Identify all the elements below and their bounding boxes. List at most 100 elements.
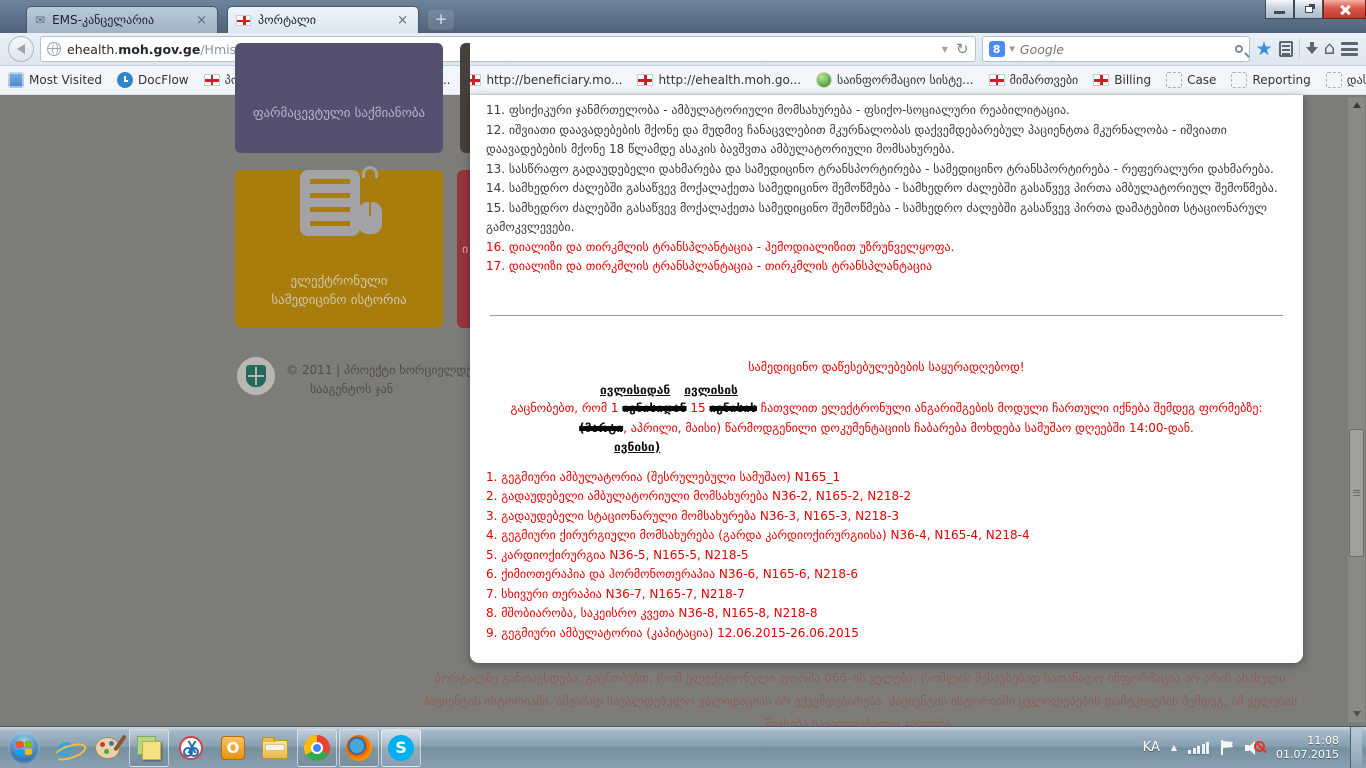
list-item: 1. გეგმიური ამბულატორია (შესრულებული სამ… (486, 468, 1287, 488)
back-arrow-icon (17, 44, 25, 54)
menu-icon[interactable] (1341, 42, 1358, 56)
georgia-flag-icon (204, 74, 220, 86)
bookmarks-bar: Most Visited DocFlow პორტალი სოციალური მ… (0, 66, 1366, 95)
tile-label: ელექტრონული სამედიცინო ისტორია (254, 272, 424, 310)
search-input[interactable] (1020, 42, 1230, 57)
tile-pharmacy[interactable]: ფარმაცევტული საქმიანობა (235, 43, 443, 153)
tab-portal[interactable]: პორტალი × (227, 6, 419, 33)
url-dropdown-icon[interactable]: ▼ (942, 45, 948, 54)
outlook-icon: O (221, 736, 245, 760)
bookmark-referrals[interactable]: მიმართვები (989, 73, 1079, 87)
taskbar-explorer-button[interactable] (255, 729, 295, 767)
taskbar-ie-button[interactable]: e (45, 729, 85, 767)
minimize-icon (1274, 11, 1285, 14)
tab-close-icon[interactable]: × (395, 13, 410, 28)
clock-icon (117, 72, 133, 88)
tile-partial-red[interactable]: ი (457, 170, 470, 328)
taskbar-outlook-button[interactable]: O (213, 729, 253, 767)
folder-icon (262, 740, 288, 759)
action-center-icon[interactable] (1220, 740, 1234, 755)
divider (490, 315, 1283, 316)
green-globe-icon (816, 72, 832, 88)
navigation-bar: ehealth.moh.gov.ge/Hmis/Portal/Default.a… (0, 33, 1366, 66)
list-item: 8. მშობიარობა, საკეისრო კვეთა N36-8, N16… (486, 604, 1287, 624)
bookmark-infosystem[interactable]: საინფორმაციო სისტე... (816, 72, 974, 88)
georgia-flag-icon (989, 74, 1005, 86)
tile-label: ი (462, 242, 468, 256)
tab-strip: ✉ EMS-კანცელარია × პორტალი × + (26, 6, 454, 33)
scrollbar-thumb[interactable] (1349, 429, 1364, 557)
url-bar[interactable]: ehealth.moh.gov.ge/Hmis/Portal/Default.a… (40, 36, 976, 62)
document-mouse-icon (294, 170, 384, 234)
list-item: 5. კარდიოქირურგია N36-5, N165-5, N218-5 (486, 546, 1287, 566)
list-item: 11. ფსიქიკური ჯანმრთელობა - ამბულატორიულ… (486, 101, 1287, 121)
bookmark-billing[interactable]: Billing (1093, 73, 1151, 87)
tab-label: პორტალი (258, 13, 388, 27)
internet-explorer-icon: e (57, 736, 74, 760)
taskbar-clock[interactable]: 11:08 01.07.2015 (1276, 734, 1339, 762)
sticky-notes-icon (137, 736, 161, 760)
list-item: 3. გადაუდებელი სტაციონარული მომსახურება … (486, 507, 1287, 527)
taskbar: e O S KA ▲ 11:08 01.07.2015 (0, 726, 1366, 768)
bookmark-beneficiary[interactable]: http://beneficiary.mo... (465, 73, 622, 87)
engine-dropdown-icon[interactable]: ▼ (1010, 45, 1015, 53)
network-icon[interactable] (1188, 742, 1209, 754)
firefox-icon (346, 735, 372, 761)
back-button[interactable] (8, 36, 34, 62)
google-engine-icon[interactable]: 8 (989, 41, 1005, 57)
bookmark-attendance[interactable]: დასწრების კონტრო... (1326, 72, 1366, 88)
list-item: 13. სასწრაფო გადაუდებელი დახმარება და სა… (486, 160, 1287, 180)
tray-expand-icon[interactable]: ▲ (1171, 743, 1177, 752)
taskbar-sticky-notes-button[interactable] (129, 729, 169, 767)
bookmark-reporting[interactable]: Reporting (1231, 72, 1310, 88)
show-desktop-button[interactable] (1350, 727, 1362, 768)
georgia-flag-icon (637, 74, 653, 86)
page-scrollbar[interactable] (1348, 97, 1365, 722)
reload-icon[interactable]: ↻ (956, 40, 969, 58)
scroll-up-arrow[interactable] (1348, 97, 1365, 113)
downloads-icon[interactable] (1306, 42, 1318, 56)
restore-button[interactable] (1294, 0, 1323, 19)
tray-date: 01.07.2015 (1276, 748, 1339, 762)
bookmark-docflow[interactable]: DocFlow (117, 72, 189, 88)
tab-label: EMS-კანცელარია (52, 13, 187, 27)
correction-inserts: ივლისიდანივლისის (600, 383, 1287, 397)
bookmark-most-visited[interactable]: Most Visited (8, 72, 102, 88)
bookmark-case[interactable]: Case (1166, 72, 1216, 88)
tile-label: ფარმაცევტული საქმიანობა (253, 106, 425, 121)
close-button[interactable] (1323, 0, 1366, 19)
list-item: 6. ქიმიოთერაპია და ჰორმონოთერაპია N36-6,… (486, 565, 1287, 585)
envelope-icon: ✉ (35, 13, 45, 27)
tile-ehr[interactable]: ელექტრონული სამედიცინო ისტორია (235, 170, 443, 328)
bookmarks-list-icon[interactable] (1279, 41, 1293, 57)
scroll-down-arrow[interactable] (1348, 706, 1365, 722)
list-item: 4. გეგმიური ქირურგიული მომსახურება (გარდ… (486, 526, 1287, 546)
list-item: 15. სამხედრო ძალებში გასაწვევ მოქალაქეთა… (486, 199, 1287, 238)
taskbar-skype-button[interactable]: S (381, 729, 421, 767)
list-item: 12. იშვიათი დაავადებების მქონე და მუდმივ… (486, 121, 1287, 160)
taskbar-firefox-button[interactable] (339, 729, 379, 767)
georgia-flag-icon (1093, 74, 1109, 86)
notice-paragraph: გაცნობებთ, რომ 1 ივნისიდან 15 ივნისის ჩა… (486, 398, 1287, 438)
taskbar-chrome-button[interactable] (297, 729, 337, 767)
minimize-button[interactable] (1265, 0, 1294, 19)
tab-ems[interactable]: ✉ EMS-კანცელარია × (26, 6, 218, 33)
correction-insert-below: ივნისი) (614, 438, 1287, 456)
bookmark-star-icon[interactable]: ★ (1256, 38, 1273, 60)
taskbar-paint-button[interactable] (87, 729, 127, 767)
start-button[interactable] (4, 728, 44, 768)
search-bar[interactable]: 8 ▼ (982, 36, 1250, 62)
tab-close-icon[interactable]: × (194, 13, 209, 28)
taskbar-snipping-tool-button[interactable] (171, 729, 211, 767)
new-tab-button[interactable]: + (428, 10, 454, 30)
bookmark-ehealth[interactable]: http://ehealth.moh.go... (637, 73, 801, 87)
skype-icon: S (388, 735, 414, 761)
home-icon[interactable]: ⌂ (1324, 42, 1335, 56)
tile-partial-dark[interactable] (460, 43, 470, 153)
divider (1299, 39, 1300, 59)
windows-orb-icon (8, 732, 40, 764)
search-icon[interactable] (1235, 45, 1243, 53)
volume-muted-icon[interactable] (1245, 739, 1265, 757)
announcement-modal: 11. ფსიქიკური ჯანმრთელობა - ამბულატორიულ… (470, 95, 1303, 663)
language-indicator[interactable]: KA (1143, 740, 1160, 755)
